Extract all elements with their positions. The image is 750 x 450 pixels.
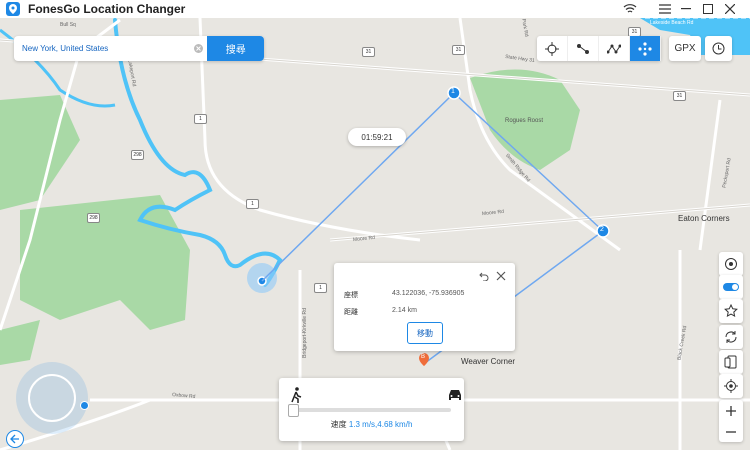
joystick-icon [638, 41, 652, 56]
speed-slider-handle[interactable] [288, 404, 299, 417]
toggle-switch[interactable] [719, 275, 743, 299]
destination-marker-label: B [421, 354, 426, 360]
multi-spot-mode-button[interactable] [599, 36, 630, 61]
zoom-in-button[interactable] [726, 400, 736, 421]
move-button[interactable]: 移動 [407, 322, 443, 344]
joystick-handle[interactable] [80, 401, 89, 410]
car-icon[interactable] [447, 388, 463, 405]
speed-slider-track[interactable] [291, 408, 451, 412]
route-shield: 298 [131, 150, 144, 160]
plus-icon [726, 405, 736, 416]
minimize-button[interactable] [675, 0, 697, 18]
route-spot-2-label: 2 [600, 226, 604, 233]
speed-panel: 速度 1.3 m/s,4.68 km/h [279, 378, 464, 441]
coords-label: 座標 [344, 292, 358, 299]
device-button[interactable] [719, 350, 743, 374]
refresh-button[interactable] [719, 325, 743, 349]
wifi-icon[interactable] [619, 0, 641, 18]
route-shield: 31 [452, 45, 465, 55]
history-button[interactable] [705, 36, 732, 61]
search-input[interactable] [14, 36, 190, 61]
zoom-out-button[interactable] [726, 421, 736, 442]
joystick-mode-button[interactable] [630, 36, 661, 61]
road-label: Bridgeport-Kirkville Rd [301, 308, 308, 358]
undo-icon[interactable] [479, 270, 489, 284]
distance-value: 2.14 km [392, 307, 417, 314]
close-button[interactable] [719, 0, 741, 18]
two-spot-mode-button[interactable] [568, 36, 599, 61]
teleport-icon [545, 41, 559, 56]
my-location-button[interactable] [719, 374, 743, 398]
place-label: Rogues Roost [505, 118, 544, 124]
close-panel-icon[interactable] [496, 270, 506, 284]
favorite-button[interactable] [719, 299, 743, 323]
two-spot-icon [577, 43, 589, 54]
back-arrow-icon [10, 434, 19, 444]
gpx-button[interactable]: GPX [669, 36, 701, 61]
joystick-pad[interactable] [16, 362, 89, 434]
place-label: Weaver Corner [461, 357, 516, 366]
app-title: FonesGo Location Changer [28, 2, 186, 16]
toggle-icon [723, 283, 739, 291]
star-icon [724, 304, 738, 318]
place-label: Eaton Corners [678, 214, 730, 223]
clear-search-icon[interactable] [190, 36, 208, 61]
menu-icon[interactable] [654, 0, 676, 18]
search-button[interactable]: 搜尋 [207, 36, 264, 61]
teleport-mode-button[interactable] [537, 36, 568, 61]
phone-copy-icon [724, 355, 737, 369]
clock-icon [712, 42, 725, 55]
route-shield: 1 [194, 114, 207, 124]
multi-spot-icon [607, 44, 621, 53]
route-shield: 1 [246, 199, 259, 209]
route-shield: 31 [362, 47, 375, 57]
distance-label: 距離 [344, 309, 358, 316]
speed-value: 1.3 m/s,4.68 km/h [348, 420, 413, 429]
app-logo-icon [6, 2, 20, 16]
route-spot-1-label: 1 [451, 88, 455, 95]
location-info-panel: 座標 43.122036, -75.936905 距離 2.14 km 移動 [334, 263, 515, 351]
back-button[interactable] [6, 430, 24, 448]
title-bar: FonesGo Location Changer [0, 0, 750, 18]
locate-device-button[interactable] [719, 252, 743, 276]
speed-label: 速度 [330, 420, 347, 429]
target-icon [725, 258, 737, 270]
minus-icon [726, 430, 736, 433]
road-label: Lakeside Beach Rd [650, 20, 694, 26]
road-label: Bull Sq [60, 22, 76, 28]
maximize-button[interactable] [697, 0, 719, 18]
route-shield: 31 [673, 91, 686, 101]
zoom-control [719, 400, 743, 442]
route-shield: 298 [87, 213, 100, 223]
search-bar: 搜尋 [14, 36, 264, 61]
refresh-icon [725, 331, 737, 343]
coords-value: 43.122036, -75.936905 [392, 290, 465, 297]
mode-toolbar [537, 36, 661, 61]
speed-readout: 速度 1.3 m/s,4.68 km/h [279, 419, 464, 430]
route-shield: 1 [314, 283, 327, 293]
crosshair-icon [724, 379, 738, 393]
route-timer: 01:59:21 [348, 128, 406, 146]
